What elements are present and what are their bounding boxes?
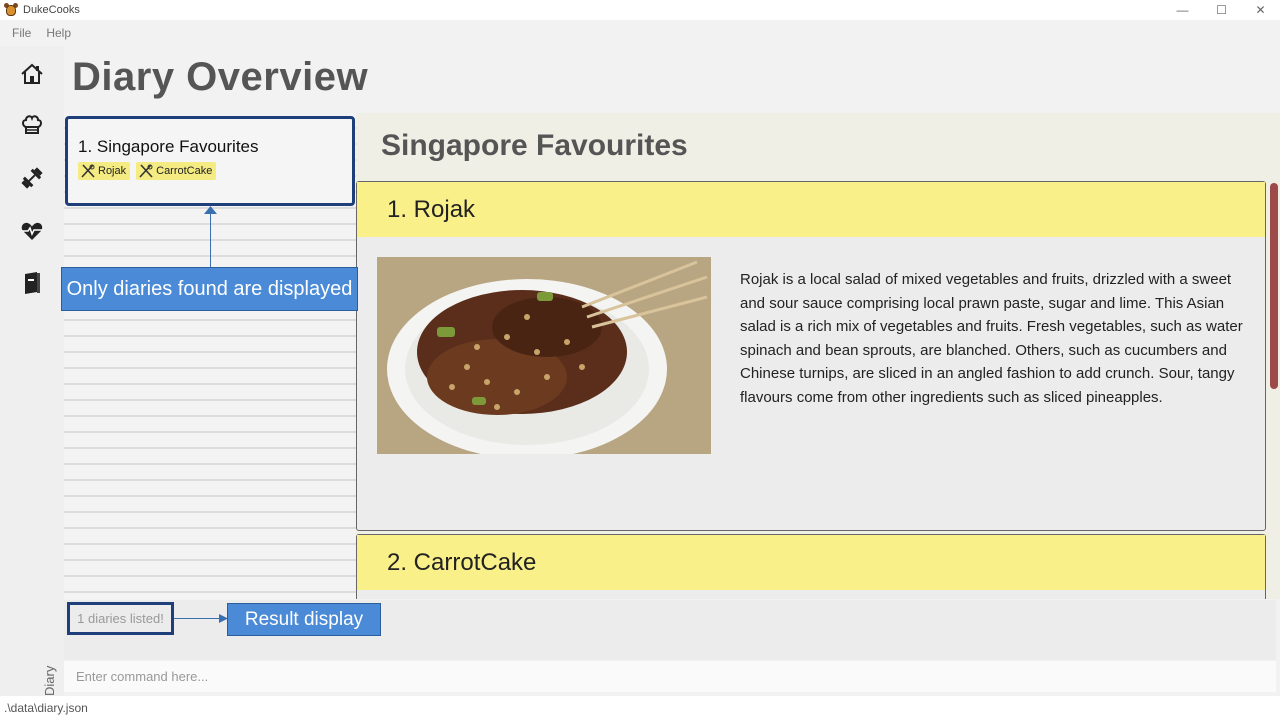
detail-title: Singapore Favourites xyxy=(381,129,688,162)
list-stripe xyxy=(64,401,356,417)
window-title: DukeCooks xyxy=(23,4,80,16)
tag-label: Rojak xyxy=(98,165,127,177)
callout-result-note: Result display xyxy=(227,603,381,636)
diary-book-icon[interactable] xyxy=(20,271,44,295)
list-stripe xyxy=(64,321,356,337)
list-stripe xyxy=(64,545,356,561)
status-bar-path: .\data\diary.json xyxy=(0,696,1280,720)
scrollbar-thumb[interactable] xyxy=(1270,183,1278,389)
title-bar: DukeCooks — ☐ ✕ xyxy=(0,0,1280,20)
recipe-entry[interactable]: 2. CarrotCake xyxy=(356,534,1266,599)
list-stripe xyxy=(64,353,356,369)
list-stripe xyxy=(64,369,356,385)
callout-arrow xyxy=(210,212,211,267)
diary-detail-panel[interactable]: Singapore Favourites 1. Rojak Rojak is a… xyxy=(356,113,1280,599)
list-stripe xyxy=(64,465,356,481)
callout-arrowhead xyxy=(204,206,217,214)
list-stripe xyxy=(64,577,356,593)
sidebar-diary-label: Diary xyxy=(42,665,57,696)
app-logo-icon xyxy=(4,3,18,17)
list-stripe xyxy=(64,481,356,497)
menu-help[interactable]: Help xyxy=(46,26,71,40)
list-stripe xyxy=(64,337,356,353)
tag-rojak: Rojak xyxy=(78,162,131,180)
list-stripe xyxy=(64,417,356,433)
list-stripe xyxy=(64,433,356,449)
maximize-button[interactable]: ☐ xyxy=(1202,0,1241,20)
utensils-icon xyxy=(139,164,153,178)
home-icon[interactable] xyxy=(20,62,44,86)
utensils-icon xyxy=(81,164,95,178)
sidebar: Diary xyxy=(0,46,64,696)
close-button[interactable]: ✕ xyxy=(1241,0,1280,20)
tag-label: CarrotCake xyxy=(156,165,213,177)
list-stripe xyxy=(64,449,356,465)
entry-heading: 2. CarrotCake xyxy=(357,535,1265,590)
result-display: 1 diaries listed! xyxy=(67,602,174,635)
page-title: Diary Overview xyxy=(72,55,369,99)
heartbeat-icon[interactable] xyxy=(20,219,44,243)
list-stripe xyxy=(64,497,356,513)
list-stripe xyxy=(64,561,356,577)
dumbbell-icon[interactable] xyxy=(20,166,44,190)
entry-description: Rojak is a local salad of mixed vegetabl… xyxy=(740,271,1243,406)
list-stripe xyxy=(64,513,356,529)
rojak-photo xyxy=(377,257,711,454)
diary-item-title: 1. Singapore Favourites xyxy=(78,137,259,156)
callout-list-note: Only diaries found are displayed xyxy=(61,267,358,311)
minimize-button[interactable]: — xyxy=(1163,0,1202,20)
menu-bar: File Help xyxy=(0,20,1280,46)
list-stripe xyxy=(64,529,356,545)
diary-list[interactable]: 1. Singapore Favourites Rojak CarrotCake xyxy=(64,113,356,599)
entry-heading: 1. Rojak xyxy=(357,182,1265,237)
recipe-entry[interactable]: 1. Rojak Rojak is a local salad of mixed… xyxy=(356,181,1266,531)
chef-hat-icon[interactable] xyxy=(20,113,44,137)
list-stripe xyxy=(64,385,356,401)
tag-carrotcake: CarrotCake xyxy=(136,162,217,180)
menu-file[interactable]: File xyxy=(12,26,31,40)
command-input[interactable]: Enter command here... xyxy=(64,661,1276,692)
diary-list-item[interactable]: 1. Singapore Favourites Rojak CarrotCake xyxy=(65,116,355,206)
callout-arrow xyxy=(174,618,221,619)
